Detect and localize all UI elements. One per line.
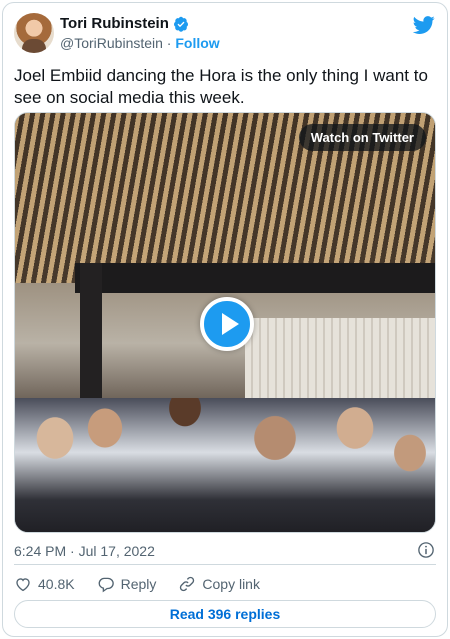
info-icon[interactable] xyxy=(417,541,435,559)
video-player[interactable]: Watch on Twitter xyxy=(14,112,436,533)
like-button[interactable]: 40.8K xyxy=(14,575,75,593)
read-replies-button[interactable]: Read 396 replies xyxy=(14,600,436,628)
author-handle[interactable]: @ToriRubinstein xyxy=(60,35,163,51)
play-icon[interactable] xyxy=(200,297,254,351)
author-name[interactable]: Tori Rubinstein xyxy=(60,15,169,32)
handle-row: @ToriRubinstein · Follow xyxy=(60,35,220,51)
video-frame-window xyxy=(245,318,435,398)
avatar[interactable] xyxy=(14,13,54,53)
divider xyxy=(14,564,436,565)
video-frame-crowd xyxy=(15,398,435,532)
reply-icon xyxy=(98,577,114,593)
watch-on-twitter-button[interactable]: Watch on Twitter xyxy=(298,124,426,151)
verified-badge-icon xyxy=(173,16,188,32)
copy-link-label: Copy link xyxy=(202,576,260,592)
like-count: 40.8K xyxy=(38,576,75,592)
tweet-timestamp[interactable]: 6:24 PM · Jul 17, 2022 xyxy=(14,543,155,559)
twitter-bird-icon[interactable] xyxy=(413,14,435,36)
tweet-text: Joel Embiid dancing the Hora is the only… xyxy=(14,66,428,107)
link-icon xyxy=(180,576,195,592)
action-bar: 40.8K Reply Copy link xyxy=(14,575,282,593)
handle-separator: · xyxy=(162,35,176,51)
follow-button[interactable]: Follow xyxy=(175,35,219,51)
tweet-card: Tori Rubinstein @ToriRubinstein · Follow… xyxy=(2,2,448,637)
reply-label: Reply xyxy=(120,576,157,592)
copy-link-button[interactable]: Copy link xyxy=(178,575,260,593)
video-frame-pillar xyxy=(80,263,102,413)
reply-button[interactable]: Reply xyxy=(97,575,157,593)
author-name-row: Tori Rubinstein xyxy=(60,15,189,32)
video-frame-beam xyxy=(75,263,435,293)
heart-icon xyxy=(16,578,30,592)
